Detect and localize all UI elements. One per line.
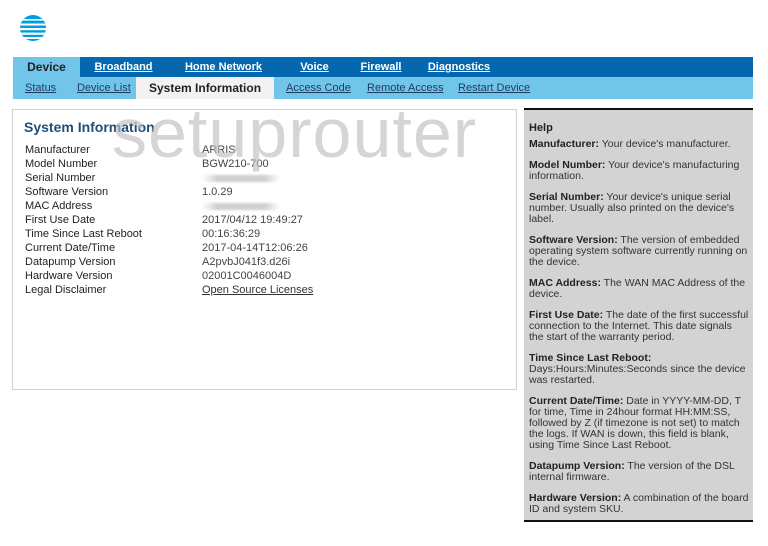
subtab-remote-access[interactable]: Remote Access — [367, 77, 458, 99]
info-label: Serial Number — [25, 172, 96, 184]
redacted-value — [202, 202, 280, 210]
info-value-redacted — [202, 199, 313, 213]
help-entry: Serial Number: Your device's unique seri… — [529, 192, 749, 225]
info-value: 2017/04/12 19:49:27 — [202, 214, 303, 226]
info-row: Time Since Last Reboot 00:16:36:29 — [25, 227, 313, 241]
info-row: Manufacturer ARRIS — [25, 143, 313, 157]
system-information-panel: System Information Manufacturer ARRIS Mode… — [12, 109, 517, 390]
info-row: First Use Date 2017/04/12 19:49:27 — [25, 213, 313, 227]
info-row: Legal Disclaimer Open Source Licenses — [25, 283, 313, 297]
info-value: BGW210-700 — [202, 158, 269, 170]
info-value-redacted — [202, 171, 313, 185]
help-term: Manufacturer: — [529, 138, 600, 150]
info-label: MAC Address — [25, 200, 93, 212]
info-label: Datapump Version — [25, 256, 116, 268]
main-nav: Device Broadband Home Network Voice Fire… — [13, 57, 753, 77]
help-title: Help — [529, 122, 553, 134]
help-entry: Manufacturer: Your device's manufacturer… — [529, 139, 749, 150]
open-source-licenses-link[interactable]: Open Source Licenses — [202, 284, 313, 296]
subtab-device-list[interactable]: Device List — [77, 77, 136, 99]
info-value: 2017-04-14T12:06:26 — [202, 242, 308, 254]
info-row: Serial Number — [25, 171, 313, 185]
info-label: Hardware Version — [25, 270, 113, 282]
help-entry: MAC Address: The WAN MAC Address of the … — [529, 278, 749, 300]
subtab-status[interactable]: Status — [25, 77, 77, 99]
info-value: 00:16:36:29 — [202, 228, 261, 240]
info-value: ARRIS — [202, 144, 236, 156]
sub-nav: Status Device List System Information Ac… — [13, 77, 753, 99]
info-value: Open Source Licenses — [202, 283, 313, 297]
tab-broadband[interactable]: Broadband — [80, 57, 167, 77]
info-label: Legal Disclaimer — [25, 284, 107, 296]
info-value: 02001C0046004D — [202, 270, 292, 282]
tab-diagnostics[interactable]: Diagnostics — [418, 57, 500, 77]
tab-firewall[interactable]: Firewall — [346, 57, 416, 77]
help-entry: First Use Date: The date of the first su… — [529, 310, 749, 343]
info-row: Software Version 1.0.29 — [25, 185, 313, 199]
help-entry: Model Number: Your device's manufacturin… — [529, 160, 749, 182]
help-text: Days:Hours:Minutes:Seconds since the dev… — [529, 363, 746, 386]
info-row: Hardware Version 02001C0046004D — [25, 269, 313, 283]
help-entry: Time Since Last Reboot: Days:Hours:Minute… — [529, 353, 749, 386]
info-label: Manufacturer — [25, 144, 90, 156]
info-row: MAC Address — [25, 199, 313, 213]
info-label: First Use Date — [25, 214, 96, 226]
att-globe-logo-icon — [20, 15, 46, 41]
help-entry: Hardware Version: A combination of the b… — [529, 493, 749, 515]
subtab-restart-device[interactable]: Restart Device — [458, 77, 530, 99]
info-value: A2pvbJ041f3.d26i — [202, 256, 291, 268]
help-entry: Software Version: The version of embedde… — [529, 235, 749, 268]
subtab-access-code[interactable]: Access Code — [286, 77, 367, 99]
info-row: Datapump Version A2pvbJ041f3.d26i — [25, 255, 313, 269]
help-entry: Current Date/Time: Date in YYYY-MM-DD, T… — [529, 396, 749, 451]
info-label: Model Number — [25, 158, 98, 170]
info-row: Current Date/Time 2017-04-14T12:06:26 — [25, 241, 313, 255]
tab-home-network[interactable]: Home Network — [167, 57, 280, 77]
info-row: Model Number BGW210-700 — [25, 157, 313, 171]
redacted-value — [202, 174, 280, 182]
info-label: Software Version — [25, 186, 109, 198]
subtab-system-information[interactable]: System Information — [136, 77, 275, 99]
help-panel: Help Manufacturer: Your device's manufac… — [524, 108, 753, 522]
system-info-table: Manufacturer ARRIS Model Number BGW210-700 S… — [25, 143, 313, 297]
tab-voice[interactable]: Voice — [294, 57, 335, 77]
info-label: Current Date/Time — [25, 242, 116, 254]
help-entry: Datapump Version: The version of the DSL… — [529, 461, 749, 483]
info-label: Time Since Last Reboot — [25, 228, 142, 240]
page-title: System Information — [24, 119, 155, 135]
help-text: Your device's manufacturer. — [599, 138, 731, 150]
info-value: 1.0.29 — [202, 186, 233, 198]
tab-device[interactable]: Device — [13, 57, 80, 77]
